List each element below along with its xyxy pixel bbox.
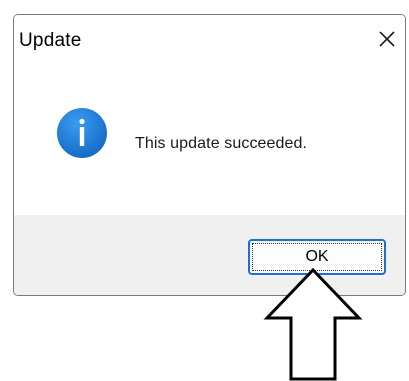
up-arrow-icon	[258, 268, 368, 381]
dialog-content: This update succeeded.	[14, 67, 405, 215]
ok-button-label: OK	[252, 243, 382, 271]
dialog-titlebar: Update	[14, 15, 405, 67]
update-dialog: Update This update succeeded. OK	[13, 14, 406, 296]
info-icon	[56, 107, 108, 159]
close-icon	[379, 31, 395, 47]
close-button[interactable]	[373, 25, 401, 53]
dialog-message: This update succeeded.	[135, 135, 308, 152]
dialog-title: Update	[19, 30, 82, 51]
